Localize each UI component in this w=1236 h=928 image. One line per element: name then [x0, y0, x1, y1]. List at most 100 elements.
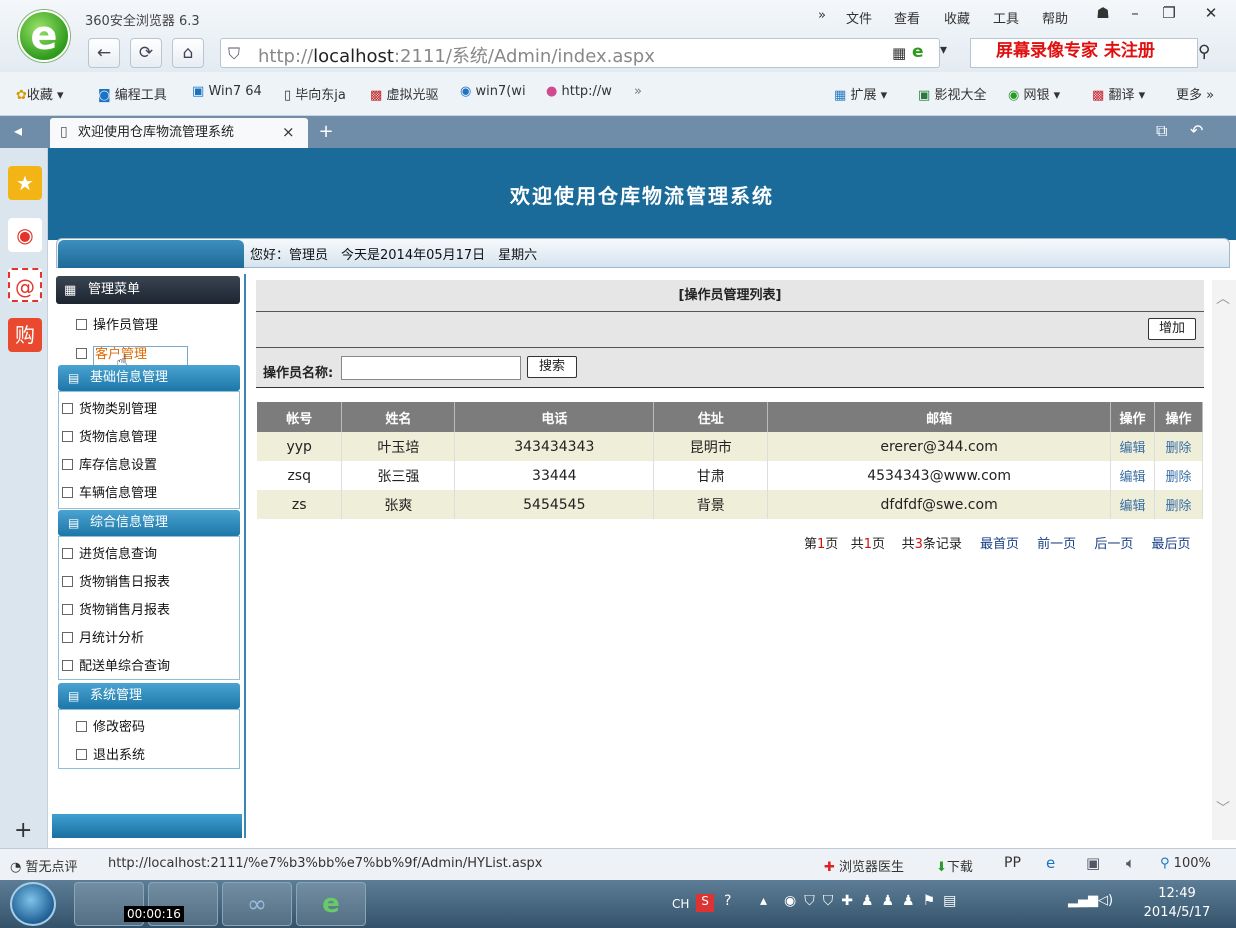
- address-url[interactable]: http://localhost:2111/系统/Admin/index.asp…: [258, 42, 655, 68]
- bookmark-overflow[interactable]: »: [634, 84, 642, 99]
- extensions-button[interactable]: ▦ 扩展 ▾: [834, 84, 887, 103]
- restore-icon[interactable]: ❐: [1156, 4, 1182, 26]
- video-button[interactable]: ▣ 影视大全: [918, 84, 986, 103]
- security-shield-icon[interactable]: ⛉: [228, 44, 240, 64]
- page-icon: [76, 749, 87, 760]
- menu-tools[interactable]: 工具: [993, 8, 1019, 27]
- vertical-scrollbar[interactable]: [1212, 280, 1236, 840]
- system-clock[interactable]: 12:49 2014/5/17: [1132, 884, 1222, 922]
- minimize-icon[interactable]: –: [1122, 4, 1148, 26]
- ie-icon[interactable]: e: [1046, 854, 1055, 872]
- volume-icon[interactable]: 🔈︎: [1126, 854, 1135, 872]
- bookmark-favorites[interactable]: ✿收藏 ▾: [16, 84, 64, 103]
- new-tab-button[interactable]: +: [314, 121, 338, 143]
- prev-page-link[interactable]: 前一页: [1037, 537, 1076, 552]
- section-system[interactable]: 系统管理: [58, 683, 240, 709]
- delete-link[interactable]: 删除: [1166, 441, 1192, 456]
- last-page-link[interactable]: 最后页: [1151, 537, 1190, 552]
- search-icon[interactable]: ⚲: [1198, 42, 1210, 62]
- bookmark-win7[interactable]: ▣ Win7 64: [192, 84, 262, 99]
- home-button[interactable]: ⌂: [172, 38, 204, 68]
- add-button[interactable]: 增加: [1148, 318, 1196, 340]
- section-basic-info[interactable]: 基础信息管理: [58, 365, 240, 391]
- next-page-link[interactable]: 后一页: [1094, 537, 1133, 552]
- window-icon[interactable]: ▣: [1086, 854, 1100, 872]
- qrcode-icon[interactable]: ▦: [892, 44, 906, 62]
- start-button[interactable]: [10, 882, 56, 926]
- more-button[interactable]: 更多 »: [1176, 84, 1214, 103]
- menu-item-vehicle[interactable]: 车辆信息管理: [62, 482, 157, 501]
- bookmark-virtual-drive[interactable]: ▩ 虚拟光驱: [370, 84, 438, 103]
- menu-item-goods-info[interactable]: 货物信息管理: [62, 426, 157, 445]
- frame-divider[interactable]: [244, 274, 246, 838]
- delete-link[interactable]: 删除: [1166, 499, 1192, 514]
- scroll-up-icon[interactable]: ︿: [1216, 288, 1230, 308]
- menu-view[interactable]: 查看: [894, 8, 920, 27]
- zoom-control[interactable]: ⚲ 100%: [1160, 856, 1211, 871]
- taskbar-360browser[interactable]: e: [296, 882, 366, 926]
- section-comprehensive[interactable]: 综合信息管理: [58, 510, 240, 536]
- tray-arrow-icon[interactable]: ▴: [760, 893, 767, 909]
- shopping-icon[interactable]: 购: [8, 318, 42, 352]
- edit-link[interactable]: 编辑: [1120, 470, 1146, 485]
- ime-indicator[interactable]: CH: [672, 897, 689, 911]
- delete-link[interactable]: 删除: [1166, 470, 1192, 485]
- bookmark-programming-tools[interactable]: ◙ 编程工具: [98, 84, 167, 103]
- menu-more[interactable]: »: [818, 8, 826, 23]
- tab-list-icon[interactable]: ⧉: [1156, 121, 1167, 141]
- translate-button[interactable]: ▩ 翻译 ▾: [1092, 84, 1145, 103]
- page-rating[interactable]: ◔ 暂无点评: [10, 856, 78, 875]
- taskbar-vs[interactable]: ∞: [222, 882, 292, 926]
- menu-item-label: 车辆信息管理: [79, 486, 158, 501]
- scroll-down-icon[interactable]: ﹀: [1216, 798, 1230, 818]
- menu-item-monthly-analysis[interactable]: 月统计分析: [62, 627, 144, 646]
- ie-mode-icon[interactable]: e: [912, 42, 924, 62]
- menu-item-inventory[interactable]: 库存信息设置: [62, 454, 157, 473]
- bookmark-bixiangdong[interactable]: ▯ 毕向东ja: [284, 84, 346, 103]
- mail-icon[interactable]: @: [8, 268, 42, 302]
- tab-close-icon[interactable]: ×: [282, 123, 295, 141]
- menu-favorites[interactable]: 收藏: [944, 8, 970, 27]
- tray-icons[interactable]: ◉⛉⛉✚♟♟♟⚑▤: [784, 893, 964, 909]
- favorites-star-icon[interactable]: ★: [8, 166, 42, 200]
- browser-logo-icon[interactable]: e: [18, 10, 70, 62]
- menu-item-customer[interactable]: 客户管理: [76, 343, 189, 366]
- browser-doctor-button[interactable]: ✚ 浏览器医生: [824, 856, 904, 875]
- add-sidebar-icon[interactable]: +: [14, 818, 32, 843]
- operator-name-input[interactable]: [341, 356, 521, 380]
- edit-link[interactable]: 编辑: [1120, 441, 1146, 456]
- pp-icon[interactable]: PP: [1004, 855, 1021, 871]
- tab-active[interactable]: 欢迎使用仓库物流管理系统: [50, 118, 308, 148]
- sogou-icon[interactable]: S: [696, 894, 714, 912]
- edit-link[interactable]: 编辑: [1120, 499, 1146, 514]
- skin-icon[interactable]: ☗: [1090, 4, 1116, 26]
- menu-item-purchase-query[interactable]: 进货信息查询: [62, 543, 157, 562]
- sidebar-toggle-icon[interactable]: ◂: [14, 121, 22, 140]
- speaker-icon[interactable]: ◁): [1098, 893, 1113, 908]
- menu-help[interactable]: 帮助: [1042, 8, 1068, 27]
- close-window-icon[interactable]: ✕: [1198, 4, 1224, 26]
- weibo-icon[interactable]: ◉: [8, 218, 42, 252]
- menu-file[interactable]: 文件: [846, 8, 872, 27]
- undo-close-icon[interactable]: ↶: [1190, 121, 1203, 140]
- menu-item-change-password[interactable]: 修改密码: [76, 716, 145, 735]
- bookmark-http[interactable]: ● http://w: [546, 84, 612, 99]
- search-button[interactable]: 搜索: [527, 356, 577, 378]
- menu-item-logout[interactable]: 退出系统: [76, 744, 145, 763]
- menu-item-goods-category[interactable]: 货物类别管理: [62, 398, 157, 417]
- menu-item-operator[interactable]: 操作员管理: [76, 314, 158, 333]
- bank-button[interactable]: ◉ 网银 ▾: [1008, 84, 1060, 103]
- download-button[interactable]: ⬇下载: [936, 856, 973, 875]
- dropdown-chevron-icon[interactable]: ▾: [940, 42, 947, 58]
- bookmark-win7wi[interactable]: ◉ win7(wi: [460, 84, 526, 99]
- network-icon[interactable]: ▂▄▆: [1068, 893, 1098, 908]
- menu-item-daily-report[interactable]: 货物销售日报表: [62, 571, 170, 590]
- menu-item-label: 货物类别管理: [79, 402, 158, 417]
- help-icon[interactable]: ?: [724, 893, 731, 909]
- refresh-button[interactable]: ⟳: [130, 38, 162, 68]
- first-page-link[interactable]: 最首页: [980, 537, 1019, 552]
- back-button[interactable]: ←: [88, 38, 120, 68]
- cell-account: yyp: [257, 432, 343, 461]
- menu-item-delivery-query[interactable]: 配送单综合查询: [62, 655, 170, 674]
- menu-item-monthly-report[interactable]: 货物销售月报表: [62, 599, 170, 618]
